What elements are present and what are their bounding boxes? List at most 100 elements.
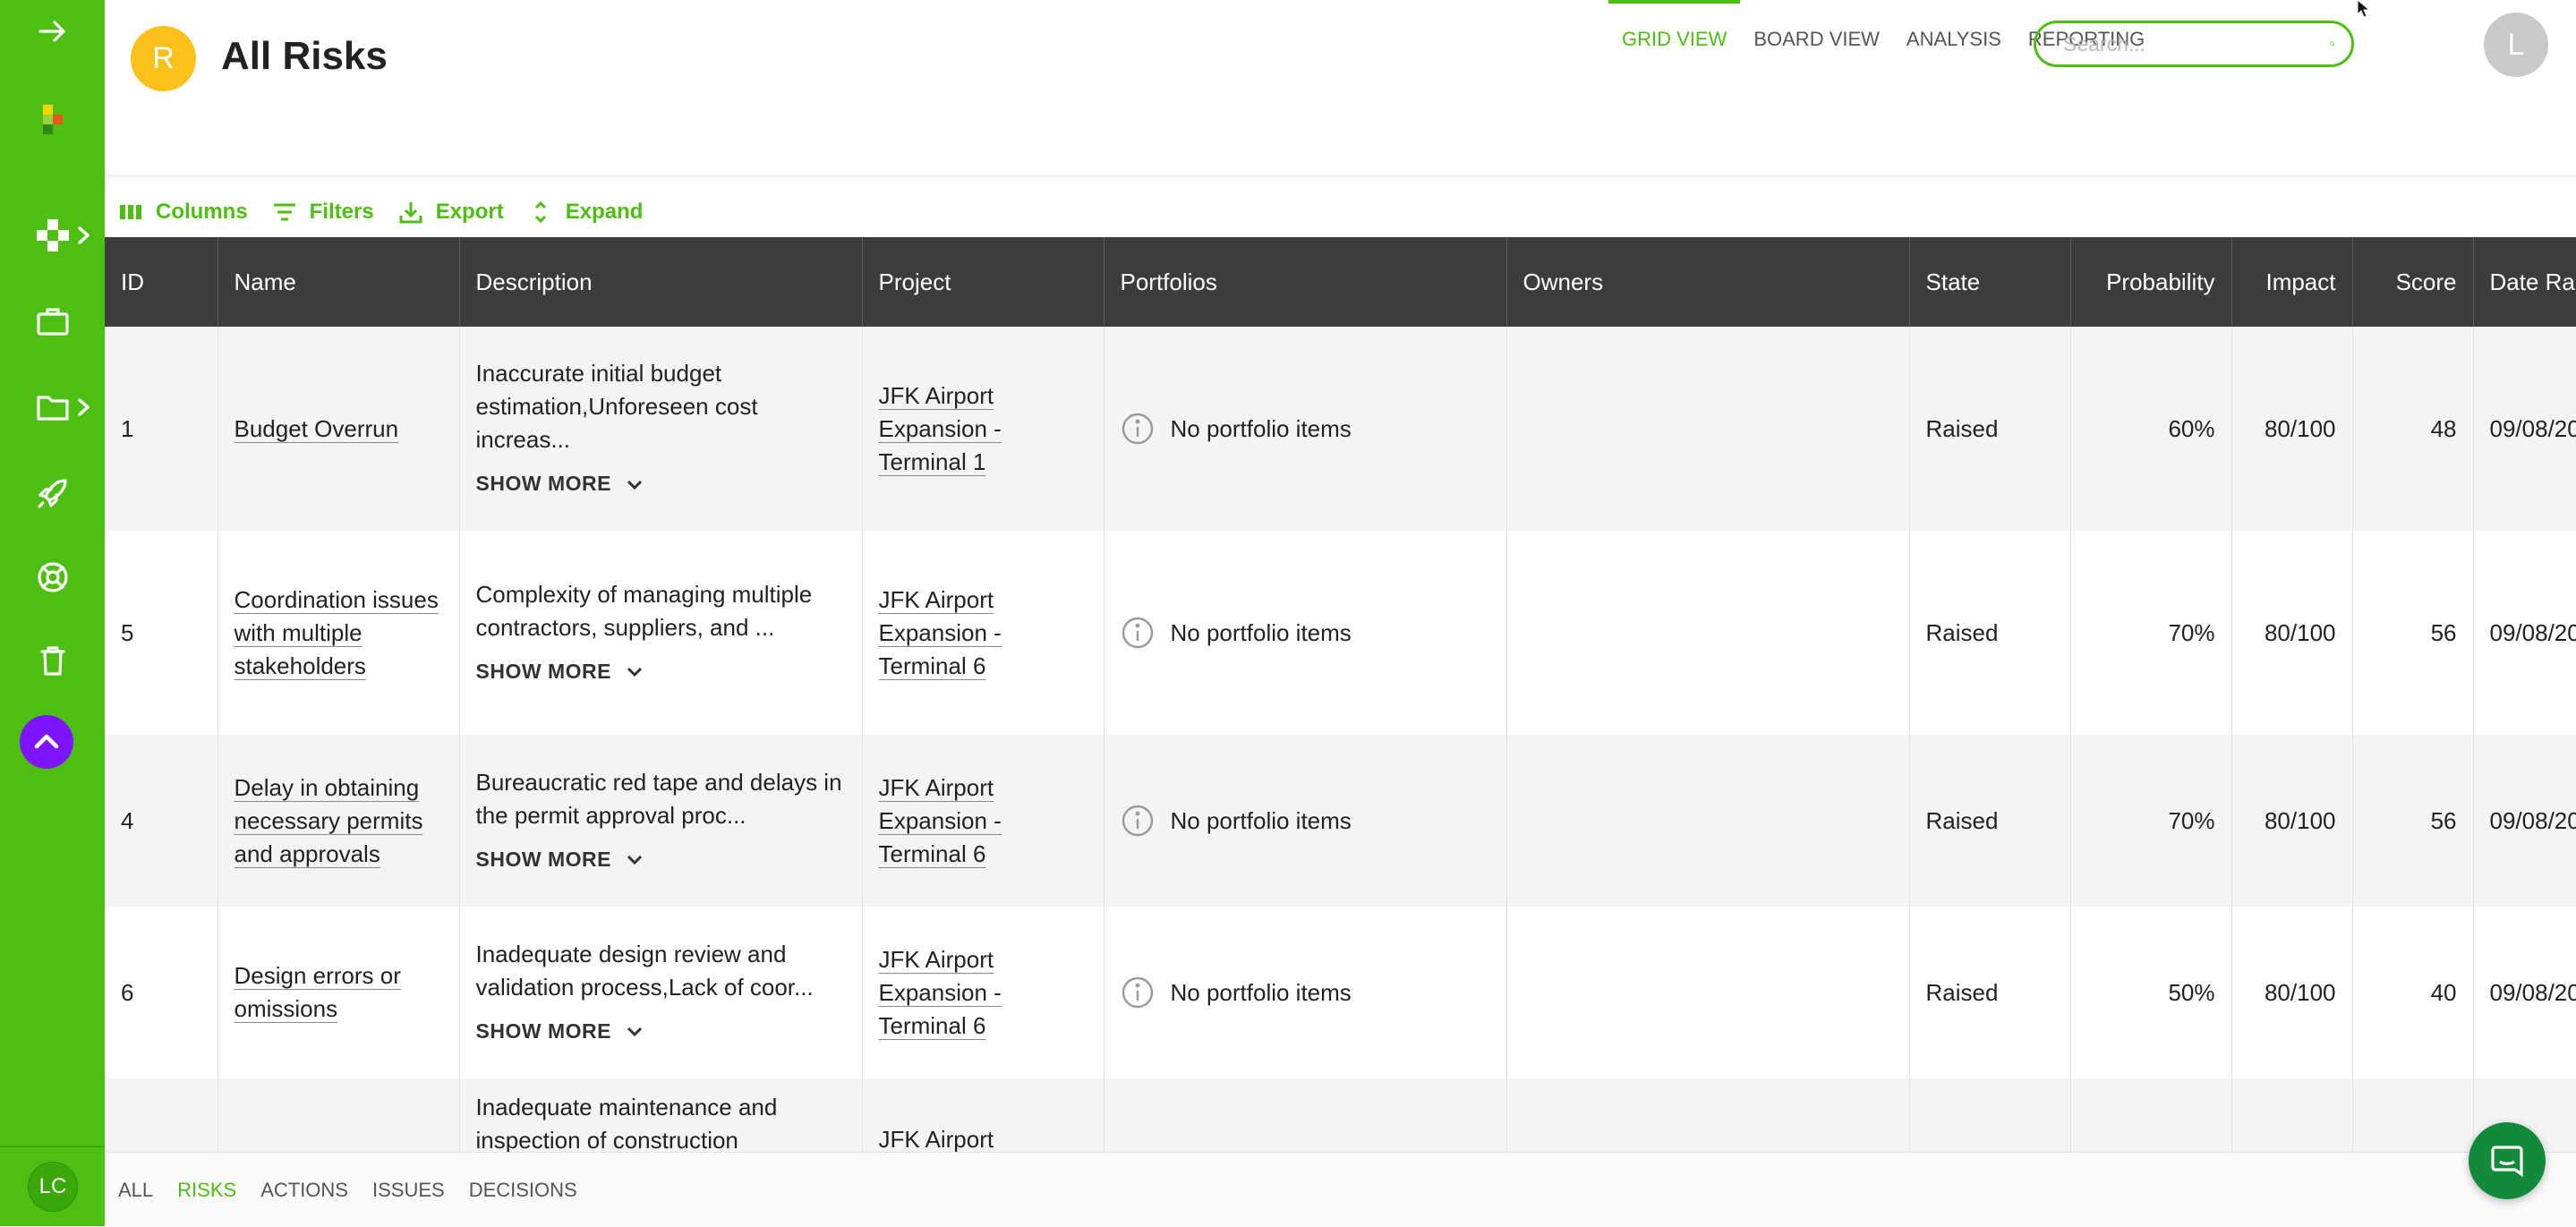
header: R All Risks GRID VIEW BOARD VIEW ANALYSI… xyxy=(105,0,2576,175)
column-header-probability[interactable]: Probability xyxy=(2070,237,2232,327)
risk-name-link[interactable]: Coordination issues with multiple stakeh… xyxy=(235,586,439,679)
show-more-button[interactable]: SHOW MORE xyxy=(476,655,846,688)
show-more-button[interactable]: SHOW MORE xyxy=(476,1015,846,1048)
cell-score: 40 xyxy=(2352,907,2474,1078)
risk-name-link[interactable]: Budget Overrun xyxy=(235,415,399,442)
cell-id: 6 xyxy=(105,907,218,1078)
project-link[interactable]: JFK Airport Expansion - Terminal 6 xyxy=(879,774,1002,867)
project-link[interactable]: JFK Airport Expansion - Terminal 6 xyxy=(879,586,1002,679)
column-header-state[interactable]: State xyxy=(1909,237,2071,327)
project-link[interactable]: JFK Airport xyxy=(879,1126,994,1152)
user-avatar[interactable]: L xyxy=(2484,13,2548,77)
column-header-description[interactable]: Description xyxy=(459,237,863,327)
risk-name-link[interactable]: Design errors or omissions xyxy=(235,962,401,1022)
scroll-up-button[interactable] xyxy=(20,715,73,769)
cell-state xyxy=(1909,1078,2071,1152)
cell-state: Raised xyxy=(1909,327,2071,531)
show-more-label: SHOW MORE xyxy=(475,472,611,495)
column-header-name[interactable]: Name xyxy=(218,237,460,327)
project-link[interactable]: JFK Airport Expansion - Terminal 6 xyxy=(879,946,1002,1039)
column-header-score[interactable]: Score xyxy=(2352,237,2474,327)
column-header-id[interactable]: ID xyxy=(105,237,218,327)
column-header-impact[interactable]: Impact xyxy=(2231,237,2353,327)
columns-button[interactable]: Columns xyxy=(118,200,248,225)
cell-date-raised: 09/08/20 xyxy=(2473,907,2576,1078)
user-avatar-sidebar[interactable]: LC xyxy=(28,1162,78,1212)
expand-sidebar-button[interactable] xyxy=(0,0,105,63)
tab-board-view[interactable]: BOARD VIEW xyxy=(1740,0,1893,81)
sidebar-item-projects[interactable] xyxy=(0,290,105,353)
table-row[interactable]: 5 Coordination issues with multiple stak… xyxy=(105,531,2576,735)
lifebuoy-icon xyxy=(37,562,68,592)
cell-score xyxy=(2352,1078,2474,1152)
sidebar: LC xyxy=(0,0,105,1226)
cell-owners xyxy=(1506,735,1910,907)
sidebar-item-risks[interactable] xyxy=(0,204,105,267)
cell-score: 48 xyxy=(2352,327,2474,531)
cell-description: Complexity of managing multiple contract… xyxy=(459,531,863,735)
cell-project[interactable]: JFK Airport xyxy=(862,1078,1105,1152)
bottom-tab-actions[interactable]: ACTIONS xyxy=(260,1179,348,1202)
rocket-icon xyxy=(37,479,67,508)
cell-description: Inadequate design review and validation … xyxy=(459,907,863,1078)
search-icon[interactable] xyxy=(2330,31,2335,56)
cell-name[interactable]: Design errors or omissions xyxy=(218,907,460,1078)
bottom-tab-risks[interactable]: RISKS xyxy=(177,1179,236,1202)
sidebar-item-help[interactable] xyxy=(0,546,105,609)
folder-icon xyxy=(36,396,69,421)
cell-name[interactable]: Coordination issues with multiple stakeh… xyxy=(218,531,460,735)
bottom-tab-decisions[interactable]: DECISIONS xyxy=(469,1179,577,1202)
chevron-down-icon xyxy=(627,480,643,490)
cell-name[interactable]: Budget Overrun xyxy=(218,327,460,531)
bottom-tabs: ALL RISKS ACTIONS ISSUES DECISIONS xyxy=(105,1152,2576,1227)
arrow-right-icon xyxy=(38,21,65,42)
cell-probability xyxy=(2070,1078,2232,1152)
table-row[interactable]: 1 Budget Overrun Inaccurate initial budg… xyxy=(105,327,2576,531)
tab-analysis[interactable]: ANALYSIS xyxy=(1893,0,2015,81)
cell-project[interactable]: JFK Airport Expansion - Terminal 6 xyxy=(862,531,1105,735)
cell-impact: 80/100 xyxy=(2231,907,2353,1078)
search-input[interactable] xyxy=(2061,30,2330,57)
cell-date-raised: 09/08/20 xyxy=(2473,327,2576,531)
info-icon xyxy=(1122,413,1153,445)
cell-probability: 70% xyxy=(2070,531,2232,735)
cell-portfolios: No portfolio items xyxy=(1104,907,1507,1078)
project-link[interactable]: JFK Airport Expansion - Terminal 1 xyxy=(879,382,1002,475)
app-logo[interactable] xyxy=(0,88,105,150)
cell-project[interactable]: JFK Airport Expansion - Terminal 6 xyxy=(862,907,1105,1078)
risk-hub-icon xyxy=(36,219,69,251)
cell-project[interactable]: JFK Airport Expansion - Terminal 6 xyxy=(862,735,1105,907)
cell-state: Raised xyxy=(1909,531,2071,735)
table-row[interactable]: 6 Design errors or omissions Inadequate … xyxy=(105,907,2576,1078)
header-divider xyxy=(105,175,2576,182)
portfolio-text: No portfolio items xyxy=(1170,414,1352,442)
column-header-project[interactable]: Project xyxy=(862,237,1105,327)
show-more-button[interactable]: SHOW MORE xyxy=(476,467,846,500)
show-more-button[interactable]: SHOW MORE xyxy=(476,843,846,876)
sidebar-item-launch[interactable] xyxy=(0,462,105,524)
column-header-date-raised[interactable]: Date Rai xyxy=(2473,237,2576,327)
cell-state: Raised xyxy=(1909,907,2071,1078)
description-text: Inadequate design review and validation … xyxy=(475,940,814,1001)
column-header-portfolios[interactable]: Portfolios xyxy=(1104,237,1507,327)
sidebar-item-folders[interactable] xyxy=(0,376,105,439)
briefcase-icon xyxy=(36,308,69,336)
sidebar-item-trash[interactable] xyxy=(0,629,105,692)
expand-button[interactable]: Expand xyxy=(528,200,643,225)
chat-button[interactable] xyxy=(2469,1122,2546,1199)
export-button[interactable]: Export xyxy=(398,200,504,225)
show-more-label: SHOW MORE xyxy=(475,847,611,871)
risk-name-link[interactable]: Delay in obtaining necessary permits and… xyxy=(235,774,423,867)
tab-grid-view[interactable]: GRID VIEW xyxy=(1608,0,1741,81)
column-header-owners[interactable]: Owners xyxy=(1506,237,1910,327)
sidebar-divider xyxy=(0,1146,105,1147)
table-row[interactable]: 4 Delay in obtaining necessary permits a… xyxy=(105,735,2576,907)
chevron-down-icon xyxy=(627,855,643,865)
cell-project[interactable]: JFK Airport Expansion - Terminal 1 xyxy=(862,327,1105,531)
filters-button[interactable]: Filters xyxy=(272,200,374,225)
cell-portfolios xyxy=(1104,1078,1507,1152)
cell-name[interactable]: Delay in obtaining necessary permits and… xyxy=(218,735,460,907)
bottom-tab-issues[interactable]: ISSUES xyxy=(372,1179,445,1202)
bottom-tab-all[interactable]: ALL xyxy=(118,1179,153,1202)
table-row[interactable]: Inadequate maintenance and inspection of… xyxy=(105,1078,2576,1152)
